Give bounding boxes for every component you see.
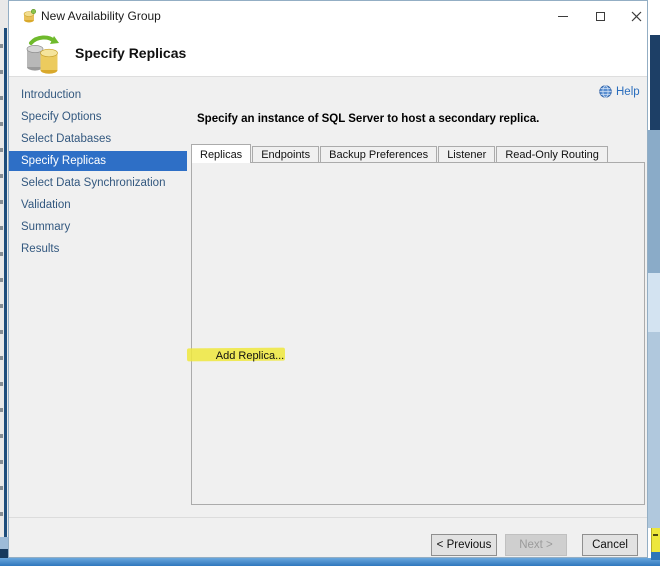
previous-button[interactable]: < Previous <box>431 534 497 556</box>
minimize-button[interactable] <box>554 7 572 25</box>
tab-endpoints[interactable]: Endpoints <box>252 146 319 163</box>
close-icon <box>631 11 642 22</box>
minimize-icon <box>558 16 568 17</box>
footer-separator <box>9 517 647 518</box>
wizard-header: Specify Replicas <box>9 31 647 77</box>
sidebar-item-specify-options[interactable]: Specify Options <box>9 107 187 127</box>
tab-replicas[interactable]: Replicas <box>191 144 251 163</box>
background-right-navy <box>650 35 660 130</box>
sidebar-item-select-data-synchronization[interactable]: Select Data Synchronization <box>9 173 187 193</box>
background-right-lightblue <box>648 273 660 332</box>
availability-group-icon <box>21 8 37 24</box>
sidebar-item-validation[interactable]: Validation <box>9 195 187 215</box>
background-bottom-right-blue <box>651 552 660 560</box>
background-right-lowblue <box>648 332 660 528</box>
cancel-button[interactable]: Cancel <box>582 534 638 556</box>
new-availability-group-dialog: New Availability Group Specify Repl <box>8 0 648 558</box>
tab-strip: Replicas Endpoints Backup Preferences Li… <box>191 144 609 163</box>
tab-backup-preferences[interactable]: Backup Preferences <box>320 146 437 163</box>
window-title: New Availability Group <box>41 9 161 23</box>
replicas-header-icon <box>21 35 65 75</box>
help-label: Help <box>616 86 640 98</box>
sidebar-item-select-databases[interactable]: Select Databases <box>9 129 187 149</box>
title-bar[interactable]: New Availability Group <box>9 1 647 31</box>
background-bottom-blue-strip <box>0 558 660 566</box>
background-vertical-line <box>4 28 7 540</box>
background-left-lightblue <box>0 537 8 549</box>
background-yellow-highlight-fragment <box>651 528 660 552</box>
close-button[interactable] <box>627 7 645 25</box>
sidebar-item-results[interactable]: Results <box>9 239 187 259</box>
sidebar-item-summary[interactable]: Summary <box>9 217 187 237</box>
maximize-button[interactable] <box>591 7 609 25</box>
next-button[interactable]: Next > <box>505 534 567 556</box>
page-title: Specify Replicas <box>75 45 186 61</box>
instruction-text: Specify an instance of SQL Server to hos… <box>197 113 539 125</box>
tab-listener[interactable]: Listener <box>438 146 495 163</box>
maximize-icon <box>596 12 605 21</box>
replicas-tab-page <box>191 162 645 505</box>
background-right-midblue <box>648 130 660 273</box>
help-globe-icon <box>599 85 612 98</box>
sidebar-item-specify-replicas[interactable]: Specify Replicas <box>9 151 187 171</box>
help-link[interactable]: Help <box>599 85 640 98</box>
sidebar-item-introduction[interactable]: Introduction <box>9 85 187 105</box>
screen: New Availability Group Specify Repl <box>0 0 660 566</box>
tab-read-only-routing[interactable]: Read-Only Routing <box>496 146 608 163</box>
